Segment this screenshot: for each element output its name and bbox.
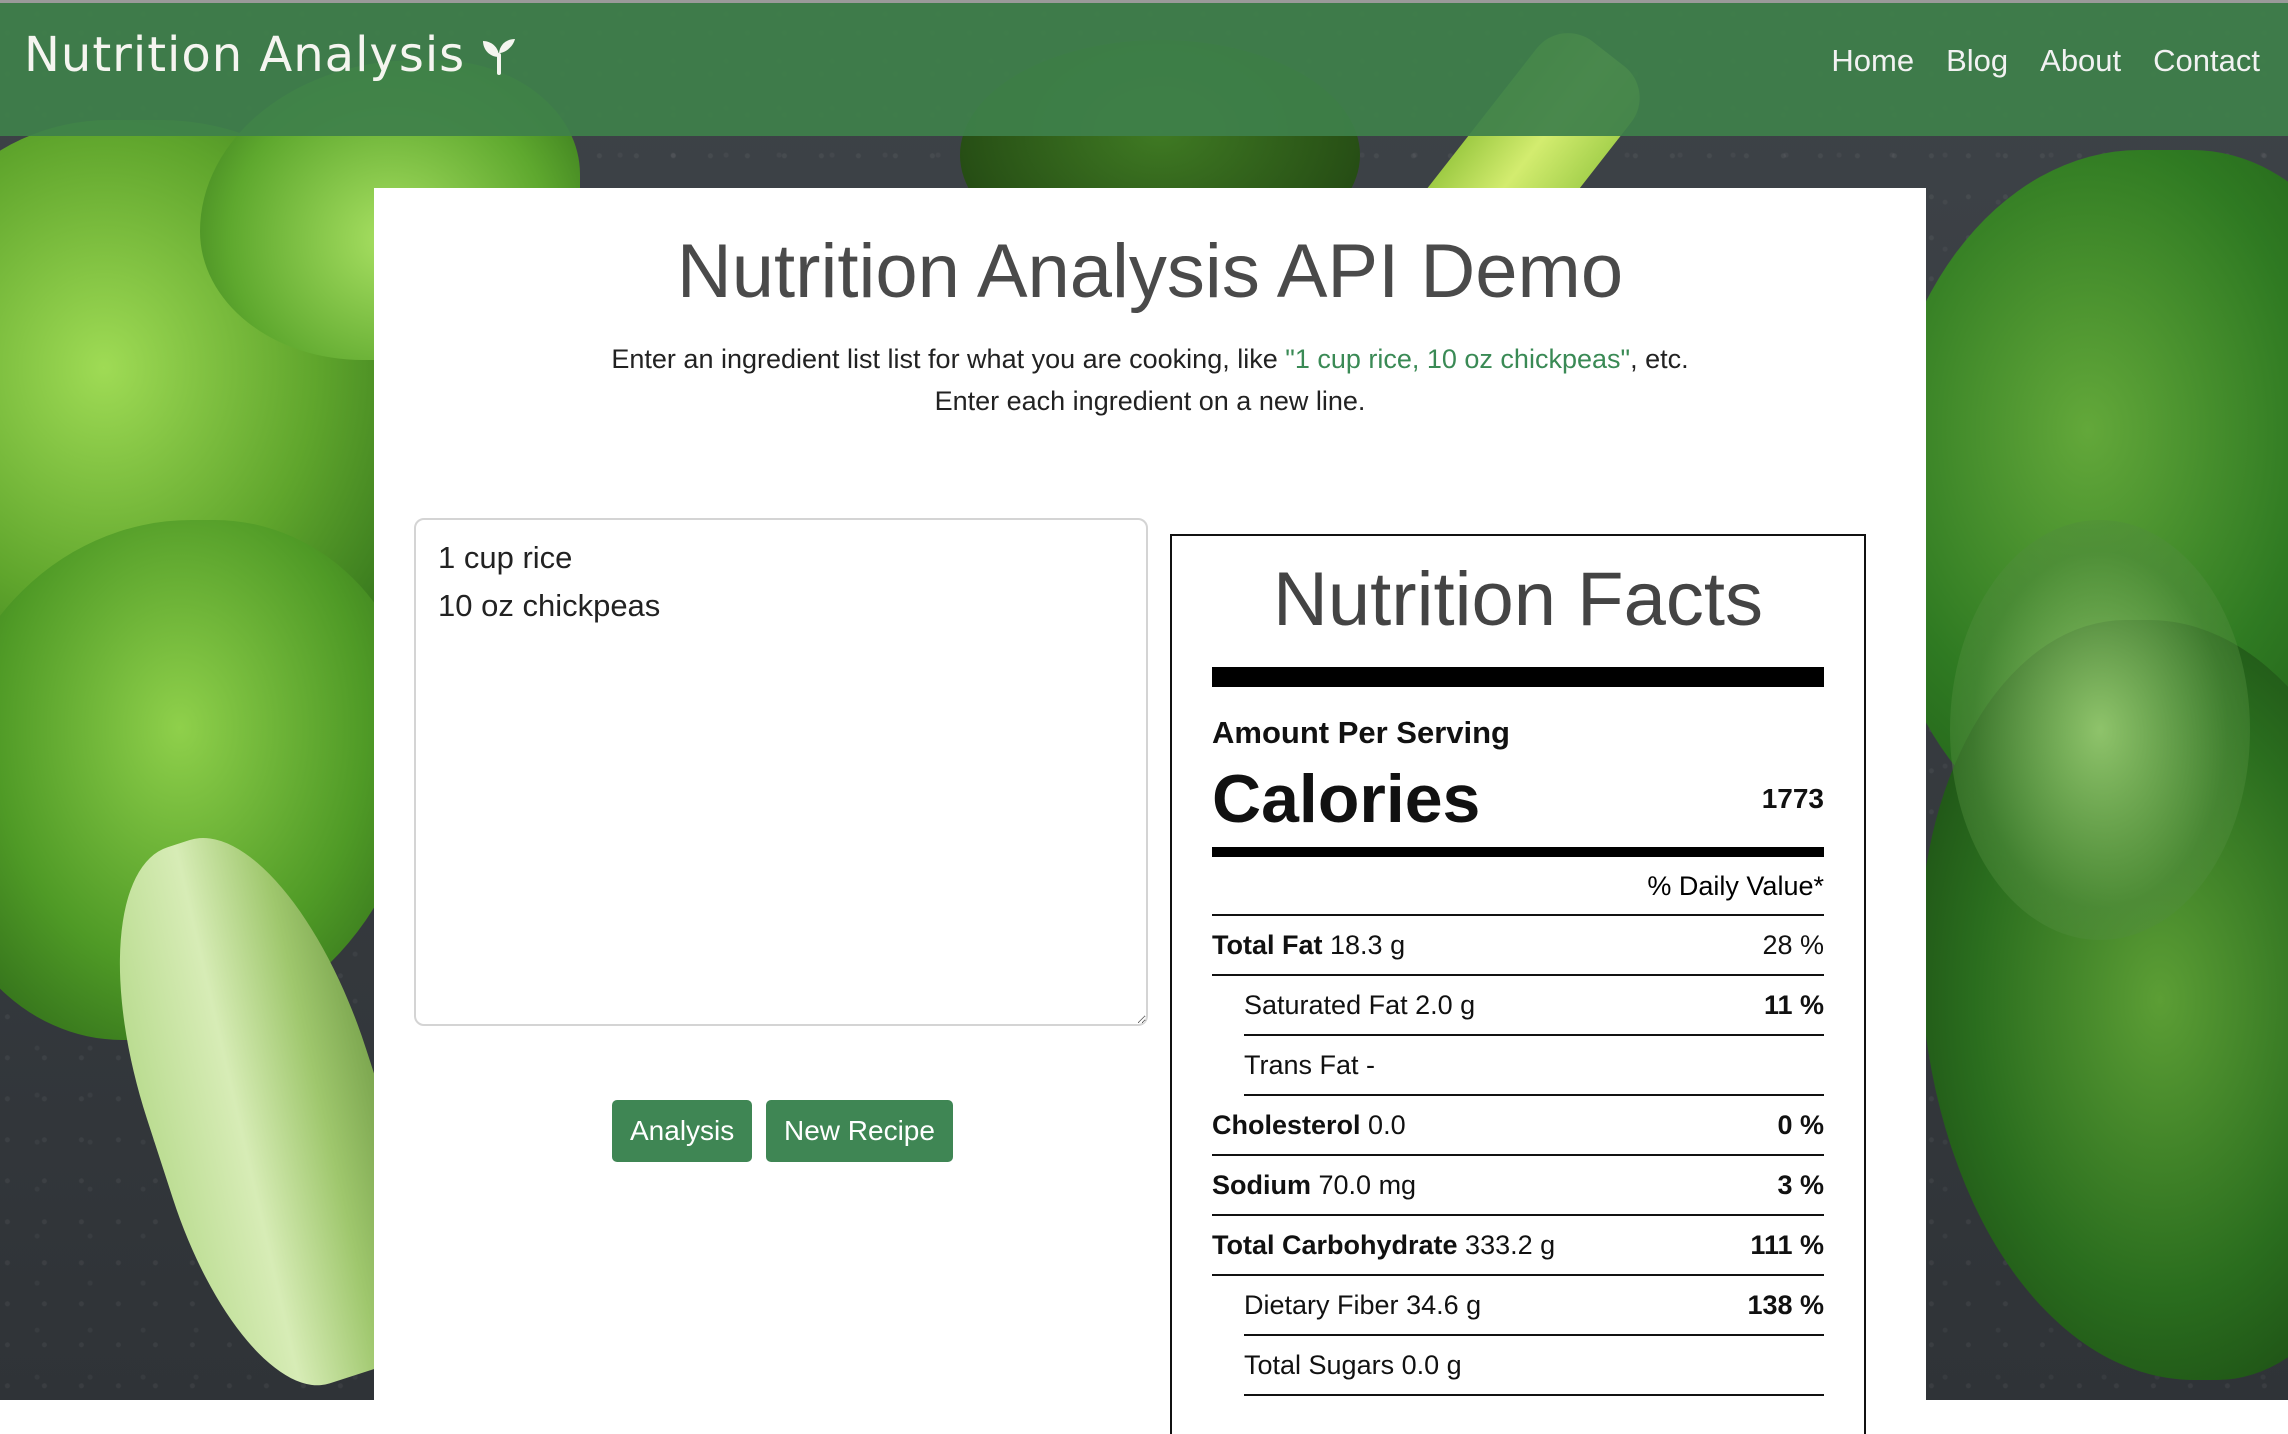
nutrient-row-trans-fat: Trans Fat - (1244, 1036, 1824, 1096)
nutrient-row-total-carbohydrate: Total Carbohydrate 333.2 g 111 % (1212, 1216, 1824, 1276)
nutrient-name: Trans Fat (1244, 1049, 1359, 1080)
nutrient-label: Trans Fat - (1244, 1050, 1375, 1081)
nutrient-pct: 11 % (1763, 989, 1824, 1020)
divider-thick (1212, 667, 1824, 687)
amount-per-serving-label: Amount Per Serving (1212, 715, 1510, 750)
page-title: Nutrition Analysis API Demo (676, 229, 1624, 314)
nutrient-amount: 2.0 g (1415, 989, 1476, 1020)
calories-row: Calories 1773 (1212, 751, 1824, 847)
nutrient-row-cholesterol: Cholesterol 0.0 0 % (1212, 1096, 1824, 1156)
nutrient-row-dietary-fiber: Dietary Fiber 34.6 g 138 % (1244, 1276, 1824, 1336)
nutrient-amount: 0.0 g (1401, 1349, 1462, 1380)
main-card: Nutrition Analysis API Demo Enter an ing… (374, 188, 1926, 1434)
nutrient-name: Saturated Fat (1244, 989, 1408, 1020)
intro-line-1: Enter an ingredient list list for what y… (374, 338, 1926, 380)
nav-links: Home Blog About Contact (1831, 43, 2260, 79)
nutrient-amount: 70.0 mg (1318, 1169, 1417, 1200)
nutrient-amount: 333.2 g (1465, 1229, 1556, 1260)
sprout-icon (483, 39, 516, 75)
nutrient-pct: 0 % (1777, 1109, 1824, 1140)
nutrient-name: Dietary Fiber (1244, 1289, 1399, 1320)
nutrient-label: Sodium 70.0 mg (1212, 1170, 1416, 1201)
nutrient-amount: - (1366, 1049, 1376, 1080)
nutrient-row-sodium: Sodium 70.0 mg 3 % (1212, 1156, 1824, 1216)
new-recipe-button[interactable]: New Recipe (766, 1100, 953, 1162)
nutrient-label: Total Carbohydrate 333.2 g (1212, 1230, 1555, 1261)
nav-link-about[interactable]: About (2040, 43, 2121, 79)
nutrient-name: Sodium (1212, 1169, 1311, 1200)
nutrient-pct: 3 % (1777, 1169, 1824, 1200)
nutrient-label: Total Sugars 0.0 g (1244, 1350, 1462, 1381)
intro-text: Enter an ingredient list list for what y… (374, 338, 1926, 422)
page-bottom-strip (0, 1400, 2288, 1432)
nutrient-row-saturated-fat: Saturated Fat 2.0 g 11 % (1244, 976, 1824, 1036)
analysis-button[interactable]: Analysis (612, 1100, 753, 1162)
nutrient-pct: 138 % (1747, 1289, 1824, 1320)
divider-medium (1212, 847, 1824, 857)
calories-value: 1773 (1761, 783, 1824, 814)
calories-label: Calories (1212, 761, 1481, 837)
intro-example: "1 cup rice, 10 oz chickpeas" (1285, 344, 1631, 374)
intro-prefix: Enter an ingredient list list for what y… (611, 344, 1286, 374)
nutrition-facts-title: Nutrition Facts (1273, 557, 1763, 642)
nutrition-facts-panel: Nutrition Facts Amount Per Serving Calor… (1170, 534, 1866, 1434)
nutrient-label: Saturated Fat 2.0 g (1244, 990, 1475, 1021)
nav-link-home[interactable]: Home (1831, 43, 1914, 79)
nutrient-name: Cholesterol (1212, 1109, 1361, 1140)
ingredients-textarea[interactable]: 1 cup rice 10 oz chickpeas (414, 518, 1148, 1026)
daily-value-header: % Daily Value* (1212, 857, 1824, 916)
intro-suffix: , etc. (1630, 344, 1689, 374)
nutrient-pct: 111 % (1750, 1229, 1824, 1260)
brand-logo[interactable]: Nutrition Analysis (24, 27, 519, 83)
nutrient-row-total-fat: Total Fat 18.3 g 28 % (1212, 916, 1824, 976)
nutrient-amount: 0.0 (1368, 1109, 1406, 1140)
nutrient-name: Total Fat (1212, 929, 1323, 960)
dill-sprigs (1950, 520, 2250, 940)
nutrient-row-total-sugars: Total Sugars 0.0 g (1244, 1336, 1824, 1396)
brand-name: Nutrition Analysis (24, 27, 466, 83)
nutrient-label: Dietary Fiber 34.6 g (1244, 1290, 1481, 1321)
intro-line-2: Enter each ingredient on a new line. (934, 386, 1366, 416)
nav-link-contact[interactable]: Contact (2153, 43, 2260, 79)
nutrient-label: Cholesterol 0.0 (1212, 1110, 1406, 1141)
nutrient-label: Total Fat 18.3 g (1212, 930, 1405, 961)
nutrient-name: Total Sugars (1244, 1349, 1395, 1380)
nutrient-name: Total Carbohydrate (1212, 1229, 1458, 1260)
nutrient-pct: 28 % (1762, 929, 1824, 960)
nav-link-blog[interactable]: Blog (1946, 43, 2008, 79)
nutrient-amount: 18.3 g (1330, 929, 1406, 960)
nutrient-amount: 34.6 g (1406, 1289, 1482, 1320)
top-navbar: Nutrition Analysis Home Blog About Conta… (0, 0, 2288, 136)
